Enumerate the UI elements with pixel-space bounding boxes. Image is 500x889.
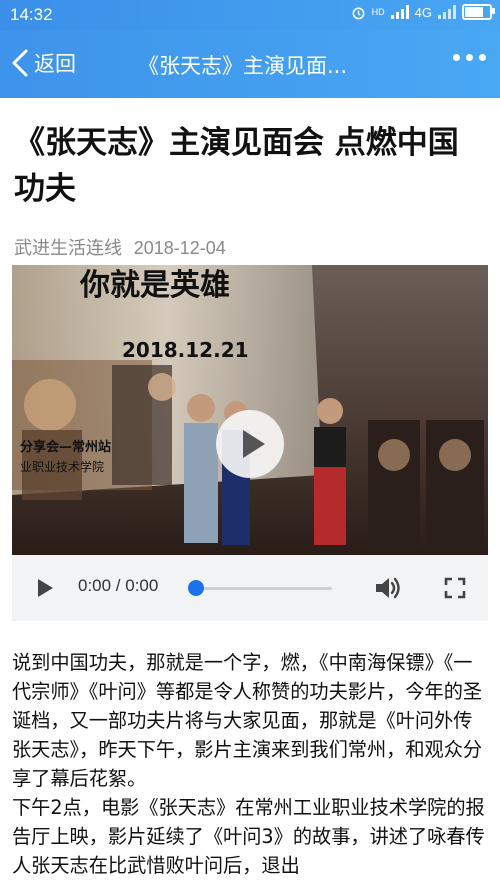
status-indicators: HD 4G <box>351 4 495 20</box>
article-body: 说到中国功夫，那就是一个字，燃，《中南海保镖》《一代宗师》《叶问》等都是令人称赞… <box>12 648 490 880</box>
signal-icon-2 <box>438 5 456 19</box>
poster-left-text: 分享会—常州站 <box>20 439 111 455</box>
progress-track[interactable] <box>196 587 332 590</box>
play-overlay-button[interactable] <box>216 410 284 478</box>
article-headline: 《张天志》主演见面会 点燃中国功夫 <box>14 125 459 207</box>
article-source[interactable]: 武进生活连线 <box>14 238 122 259</box>
article-meta: 武进生活连线 2018-12-04 <box>14 234 226 260</box>
volume-icon[interactable] <box>374 575 402 601</box>
poster-slogan: 你就是英雄 <box>79 268 230 303</box>
status-bar: 14:32 HD 4G <box>0 0 500 30</box>
poster-date: 2018.12.21 <box>122 338 249 362</box>
article-date: 2018-12-04 <box>133 238 226 258</box>
video-time: 0:00 / 0:00 <box>78 576 159 595</box>
network-type: 4G <box>414 4 432 20</box>
back-button[interactable]: 返回 <box>10 48 76 78</box>
poster-left-text-2: 业职业技术学院 <box>20 459 104 474</box>
status-time: 14:32 <box>10 5 53 24</box>
more-dots-icon[interactable] <box>453 54 486 61</box>
progress-knob[interactable] <box>188 580 204 596</box>
play-icon[interactable] <box>38 579 53 597</box>
body-paragraph: 说到中国功夫，那就是一个字，燃，《中南海保镖》《一代宗师》《叶问》等都是令人称赞… <box>12 651 483 790</box>
nav-bar: 返回 《张天志》主演见面... <box>0 30 500 98</box>
chevron-left-icon <box>12 49 28 77</box>
signal-icon <box>390 5 409 19</box>
nav-title: 《张天志》主演见面... <box>138 54 348 78</box>
video-controls: 0:00 / 0:00 <box>12 555 488 621</box>
alarm-icon <box>352 7 365 19</box>
battery-icon <box>462 4 495 20</box>
fullscreen-icon[interactable] <box>444 577 466 599</box>
body-paragraph: 下午2点，电影《张天志》在常州工业职业技术学院的报告厅上映，影片延续了《叶问3》… <box>12 796 485 877</box>
hd-badge: HD <box>371 7 385 17</box>
video-player[interactable]: 你就是英雄 2018.12.21 分享会—常州站 业职业技术学院 <box>12 265 488 555</box>
back-label: 返回 <box>34 52 76 76</box>
